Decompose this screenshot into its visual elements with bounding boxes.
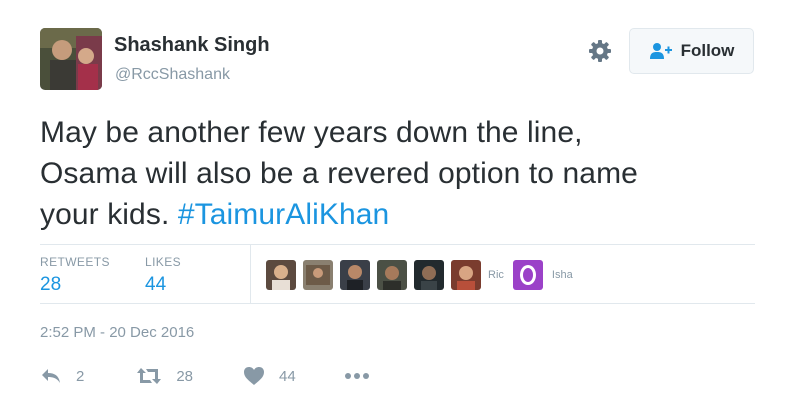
retweets-stat[interactable]: RETWEETS 28 — [40, 255, 110, 296]
retweets-label: RETWEETS — [40, 255, 110, 269]
hashtag-link[interactable]: #TaimurAliKhan — [178, 198, 390, 231]
liker-avatar[interactable] — [377, 260, 407, 290]
likes-count: 44 — [145, 274, 167, 295]
like-button[interactable]: 44 — [243, 366, 296, 386]
add-user-icon — [649, 42, 673, 60]
tweet-actions: 2 28 44 — [40, 364, 370, 388]
retweet-button[interactable]: 28 — [136, 367, 193, 385]
more-icon — [344, 372, 370, 380]
stats-bottom-divider — [40, 303, 755, 304]
tweet-line-1: May be another few years down the line, — [40, 116, 583, 149]
liker-avatar[interactable] — [266, 260, 296, 290]
tweet-line-3-text: your kids. — [40, 198, 178, 231]
liker-avatar[interactable] — [451, 260, 481, 290]
gear-icon[interactable] — [587, 38, 613, 64]
follow-button[interactable]: Follow — [629, 28, 754, 74]
author-name[interactable]: Shashank Singh — [114, 34, 270, 57]
retweet-icon — [136, 367, 162, 385]
tweet-text: May be another few years down the line, … — [40, 112, 760, 235]
tweet-stats: RETWEETS 28 LIKES 44 Ric Isha — [40, 245, 755, 303]
liker-avatar[interactable] — [303, 260, 333, 290]
liker-avatar[interactable] — [512, 260, 543, 290]
liker-name-tag[interactable]: Ric — [488, 269, 504, 281]
retweets-count: 28 — [40, 274, 62, 295]
stats-separator — [250, 245, 251, 303]
like-count: 44 — [279, 367, 296, 385]
reply-icon — [40, 367, 62, 385]
tweet-timestamp[interactable]: 2:52 PM - 20 Dec 2016 — [40, 324, 194, 341]
liker-avatar[interactable] — [414, 260, 444, 290]
reply-button[interactable]: 2 — [40, 367, 84, 385]
liker-avatar[interactable] — [340, 260, 370, 290]
retweet-count: 28 — [176, 367, 194, 385]
follow-label: Follow — [680, 41, 735, 60]
author-avatar[interactable] — [40, 28, 102, 90]
author-handle[interactable]: @RccShashank — [115, 66, 230, 84]
liker-name-tag[interactable]: Isha — [552, 269, 573, 281]
reply-count: 2 — [76, 367, 85, 385]
heart-icon — [243, 366, 265, 386]
likes-label: LIKES — [145, 255, 182, 269]
likes-stat[interactable]: LIKES 44 — [145, 255, 181, 296]
tweet-line-3: your kids. #TaimurAliKhan — [40, 194, 760, 235]
tweet-line-2: Osama will also be a revered option to n… — [40, 157, 638, 190]
more-button[interactable] — [344, 372, 370, 380]
liker-avatars: Ric Isha — [266, 260, 582, 290]
